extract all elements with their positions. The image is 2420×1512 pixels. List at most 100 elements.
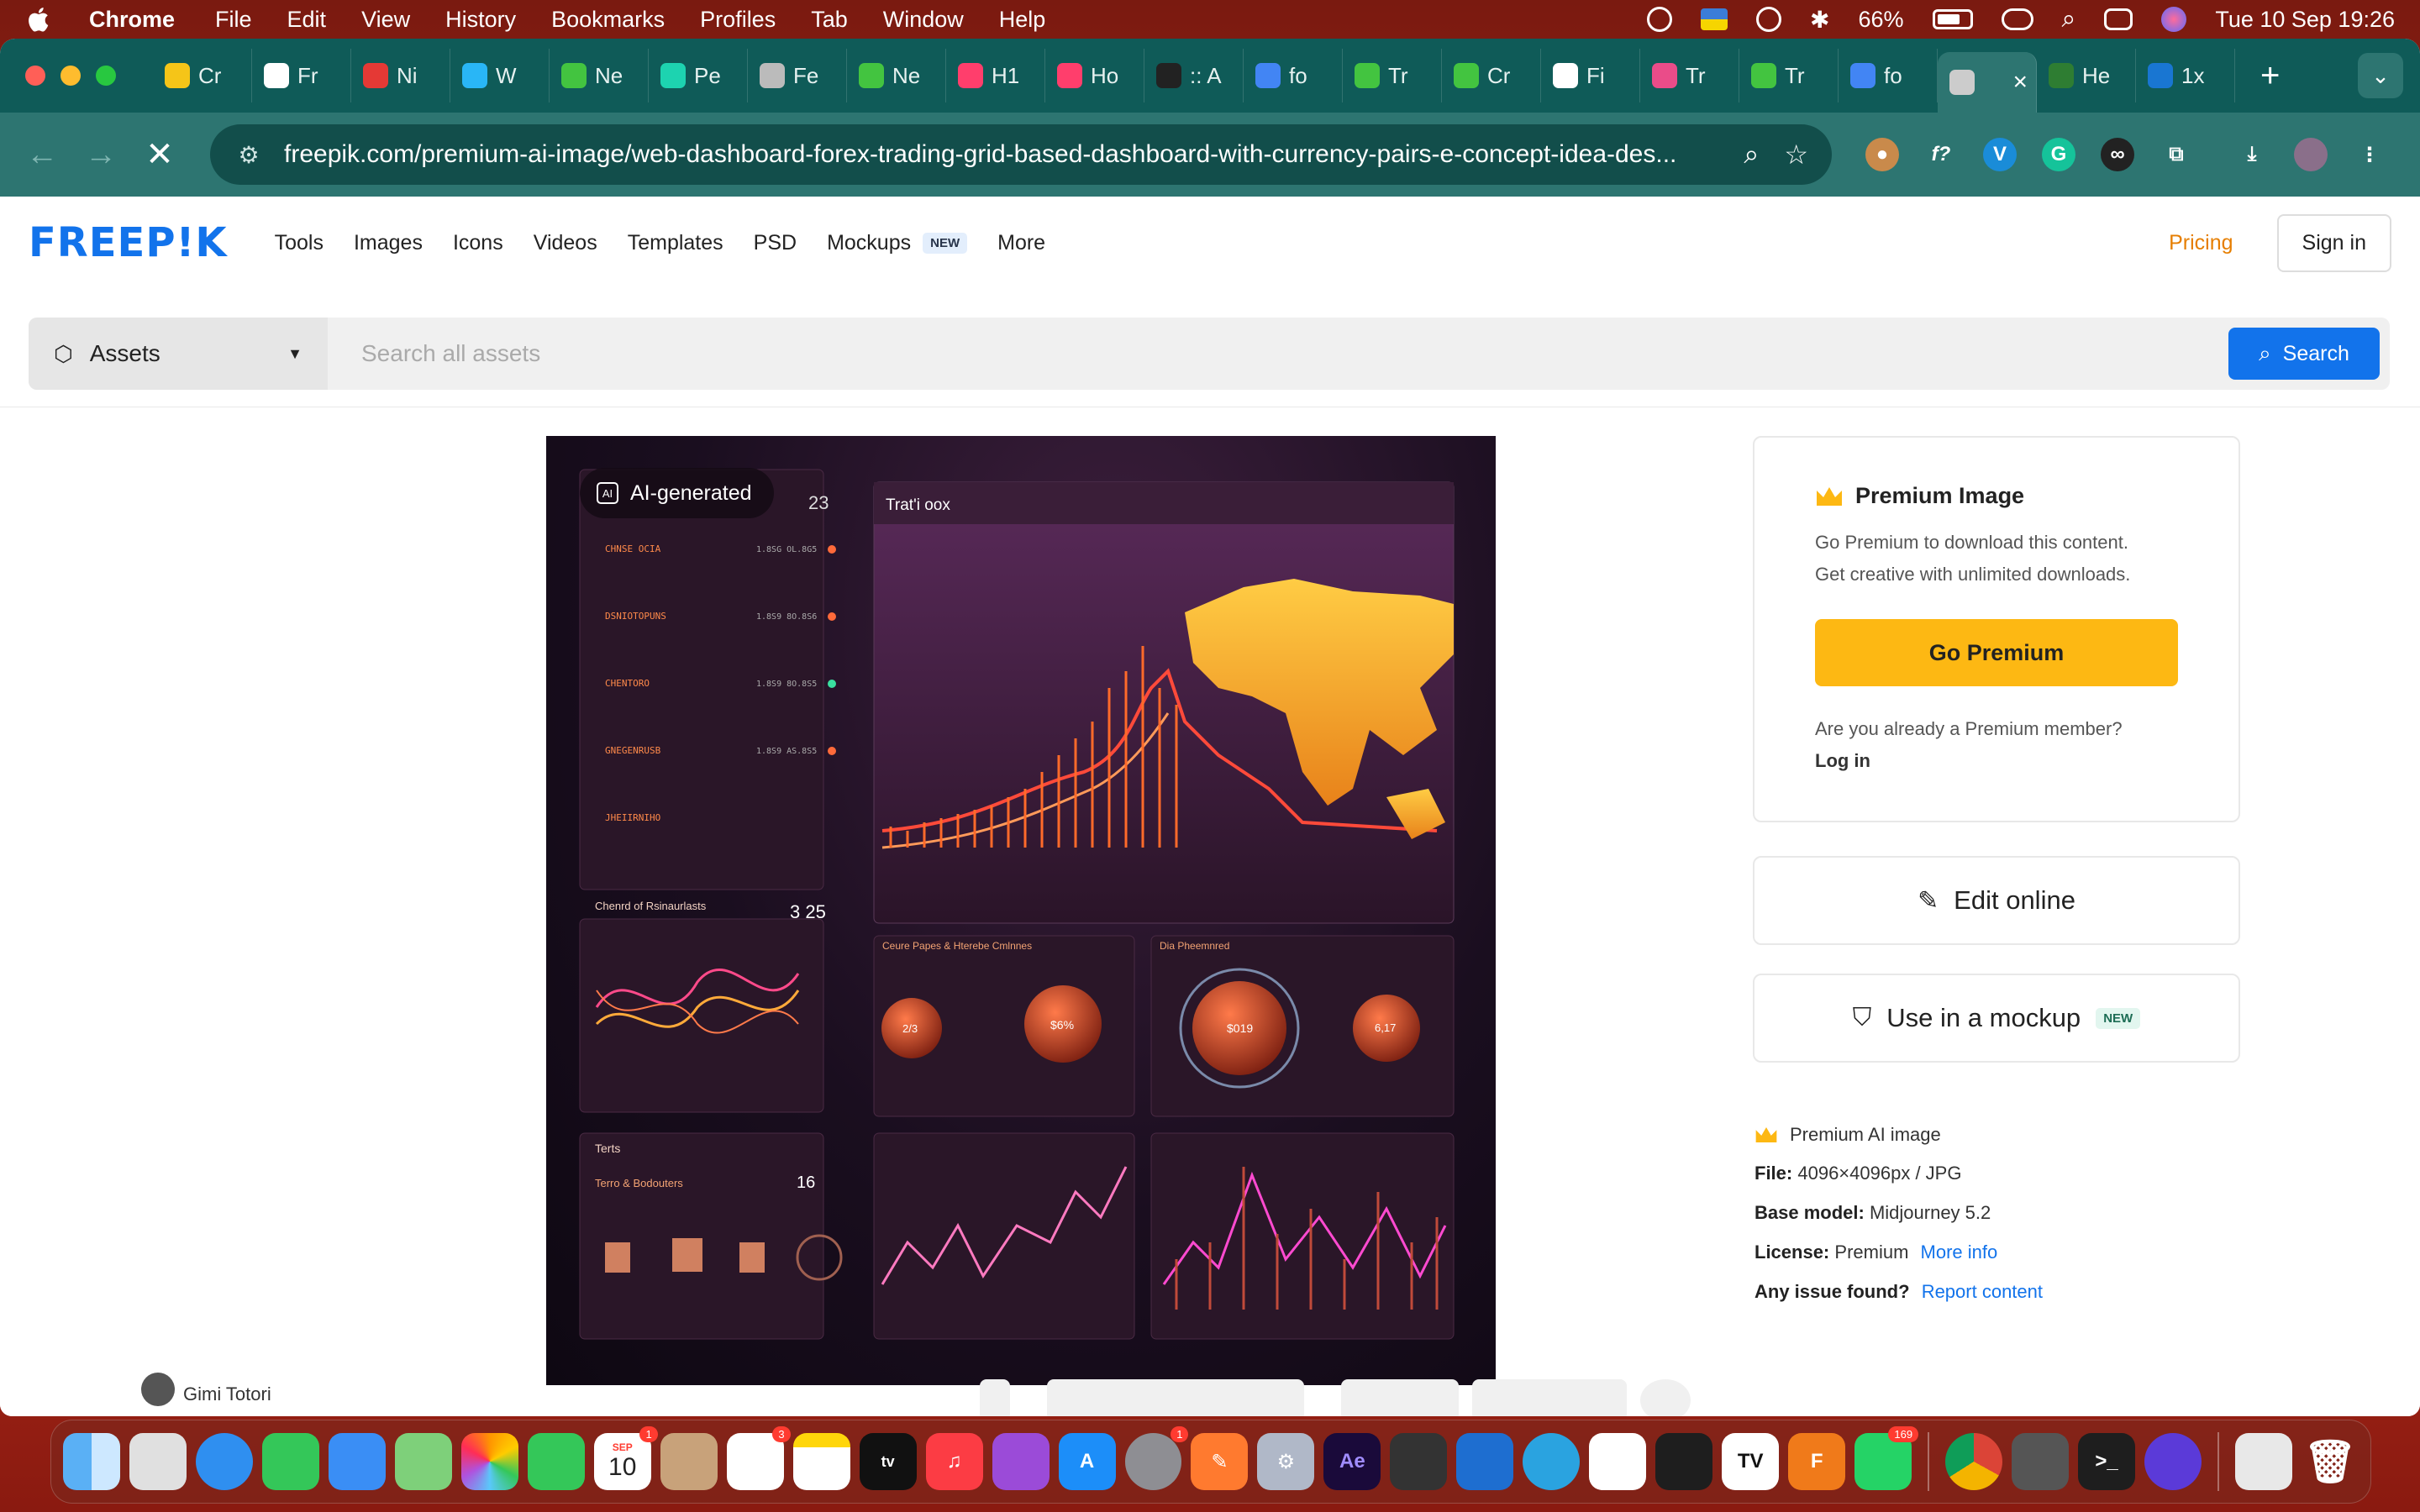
tab-search-button[interactable]: ⌄ — [2358, 53, 2403, 98]
mail-icon[interactable] — [328, 1433, 386, 1490]
bottom-action-3[interactable] — [1341, 1379, 1459, 1416]
freepik-logo[interactable]: FREEP!K — [29, 219, 228, 266]
cookie-extension-icon[interactable]: ● — [1865, 138, 1899, 171]
pencil-app-icon[interactable]: ✎ — [1191, 1433, 1249, 1490]
menu-bookmarks[interactable]: Bookmarks — [551, 7, 665, 33]
grammarly-extension-icon[interactable]: G — [2042, 138, 2075, 171]
podcasts-icon[interactable] — [992, 1433, 1050, 1490]
finder-icon[interactable] — [63, 1433, 120, 1490]
trash-icon[interactable]: 🗑 — [2302, 1433, 2359, 1490]
menubar-datetime[interactable]: Tue 10 Sep 19:26 — [2215, 7, 2395, 33]
maps-icon[interactable] — [394, 1433, 452, 1490]
reminders-icon[interactable]: 3 — [726, 1426, 791, 1490]
browser-tab[interactable]: Fe — [748, 49, 847, 102]
browser-tab[interactable]: Ni — [351, 49, 450, 102]
browser-tab[interactable]: Tr — [1343, 49, 1442, 102]
forward-arrow-icon[interactable]: → — [81, 134, 121, 175]
app-store-icon[interactable]: A — [1058, 1433, 1116, 1490]
bluetooth-icon[interactable]: ✱ — [1810, 6, 1829, 34]
telegram-icon[interactable] — [1523, 1433, 1581, 1490]
vscode-icon[interactable] — [1456, 1433, 1514, 1490]
go-premium-button[interactable]: Go Premium — [1815, 619, 2178, 686]
bottom-action-1[interactable] — [980, 1379, 1010, 1416]
browser-tab[interactable]: :: A — [1144, 49, 1244, 102]
facetime-icon[interactable] — [527, 1433, 585, 1490]
new-tab-button[interactable]: + — [2260, 57, 2280, 95]
browser-tab[interactable]: Ne — [847, 49, 946, 102]
launchpad-icon[interactable] — [129, 1433, 187, 1490]
browser-tab[interactable]: Ho — [1045, 49, 1144, 102]
spy-extension-icon[interactable]: ∞ — [2101, 138, 2134, 171]
asset-type-dropdown[interactable]: ⬡ Assets ▼ — [29, 318, 328, 390]
chrome-menu-icon[interactable]: ⋮ — [2353, 138, 2386, 171]
zoom-lens-icon[interactable]: ⌕ — [1744, 139, 1759, 171]
menu-profiles[interactable]: Profiles — [700, 7, 776, 33]
grammarly-menubar-icon[interactable] — [1647, 7, 1672, 32]
menu-help[interactable]: Help — [999, 7, 1046, 33]
address-bar[interactable]: ⚙ freepik.com/premium-ai-image/web-dashb… — [210, 124, 1832, 185]
figma-icon[interactable] — [1655, 1433, 1713, 1490]
safari-icon[interactable] — [195, 1433, 253, 1490]
close-tab-icon[interactable]: × — [2012, 68, 2028, 97]
battery-icon[interactable] — [1932, 9, 1973, 29]
fus-app-icon[interactable]: F — [1788, 1433, 1846, 1490]
contacts-icon[interactable] — [660, 1433, 718, 1490]
user-account-icon[interactable] — [1756, 7, 1781, 32]
browser-tab[interactable]: Fi — [1541, 49, 1640, 102]
apple-logo-icon[interactable] — [25, 6, 50, 33]
calendar-icon[interactable]: SEP 10 1 — [593, 1426, 658, 1490]
browser-tab[interactable]: Tr — [1739, 49, 1839, 102]
menu-app-name[interactable]: Chrome — [89, 7, 175, 33]
browser-tab[interactable]: Pe — [649, 49, 748, 102]
use-in-mockup-button[interactable]: ⛉ Use in a mockup NEW — [1753, 974, 2240, 1063]
more-info-link[interactable]: More info — [1921, 1242, 1998, 1263]
system-settings-icon[interactable]: 1 — [1124, 1426, 1189, 1490]
site-info-icon[interactable]: ⚙ — [234, 139, 264, 170]
minimize-window-button[interactable] — [60, 66, 81, 86]
edit-online-button[interactable]: ✎ Edit online — [1753, 856, 2240, 945]
download-icon[interactable]: ⤓ — [2235, 138, 2269, 171]
keyboard-flag-icon[interactable] — [1701, 8, 1728, 30]
back-arrow-icon[interactable]: ← — [22, 134, 62, 175]
menu-window[interactable]: Window — [883, 7, 964, 33]
sign-in-button[interactable]: Sign in — [2276, 213, 2391, 272]
browser-tab[interactable]: Ne — [550, 49, 649, 102]
nav-more[interactable]: More — [997, 231, 1045, 255]
menu-history[interactable]: History — [445, 7, 516, 33]
music-icon[interactable]: ♫ — [925, 1433, 983, 1490]
final-cut-icon[interactable] — [1390, 1433, 1448, 1490]
font-extension-icon[interactable]: f? — [1924, 138, 1958, 171]
browser-tab[interactable]: 1x — [2136, 49, 2235, 102]
browser-tab[interactable]: × — [1938, 52, 2037, 113]
browser-tab[interactable]: Cr — [153, 49, 252, 102]
after-effects-icon[interactable]: Ae — [1323, 1433, 1381, 1490]
menu-edit[interactable]: Edit — [287, 7, 327, 33]
nav-tools[interactable]: Tools — [275, 231, 324, 255]
photos-icon[interactable] — [460, 1433, 518, 1490]
ai-dashboard-image[interactable]: CHNSE OCIA DSNIOTOPUNS CHENTORO GNEGENRUSB J… — [546, 436, 1496, 1385]
gear-utility-icon[interactable]: ⚙ — [1257, 1433, 1315, 1490]
tradingview-icon[interactable]: TV — [1722, 1433, 1780, 1490]
browser-tab[interactable]: Tr — [1640, 49, 1739, 102]
browser-tab[interactable]: fo — [1839, 49, 1938, 102]
nav-templates[interactable]: Templates — [628, 231, 723, 255]
bookmark-star-icon[interactable]: ☆ — [1784, 139, 1808, 171]
author-name[interactable]: Gimi Totori — [183, 1383, 271, 1405]
nav-psd[interactable]: PSD — [754, 231, 797, 255]
puzzle-extensions-icon[interactable]: ⧉ — [2160, 138, 2193, 171]
nav-icons[interactable]: Icons — [453, 231, 503, 255]
bottom-action-5[interactable] — [1640, 1379, 1691, 1416]
browser-tab[interactable]: He — [2037, 49, 2136, 102]
spotlight-search-icon[interactable]: ⌕ — [2062, 5, 2076, 34]
stop-loading-icon[interactable]: ✕ — [139, 134, 180, 175]
siri-icon[interactable] — [2161, 7, 2187, 32]
slack-icon[interactable] — [1589, 1433, 1647, 1490]
nav-videos[interactable]: Videos — [534, 231, 597, 255]
chrome-icon[interactable] — [1945, 1433, 2003, 1490]
author-avatar[interactable] — [141, 1373, 175, 1406]
bottom-action-2[interactable] — [1047, 1379, 1304, 1416]
menu-file[interactable]: File — [215, 7, 252, 33]
bottom-action-4[interactable] — [1472, 1379, 1627, 1416]
url-text[interactable]: freepik.com/premium-ai-image/web-dashboa… — [284, 140, 1718, 169]
browser-tab[interactable]: fo — [1244, 49, 1343, 102]
